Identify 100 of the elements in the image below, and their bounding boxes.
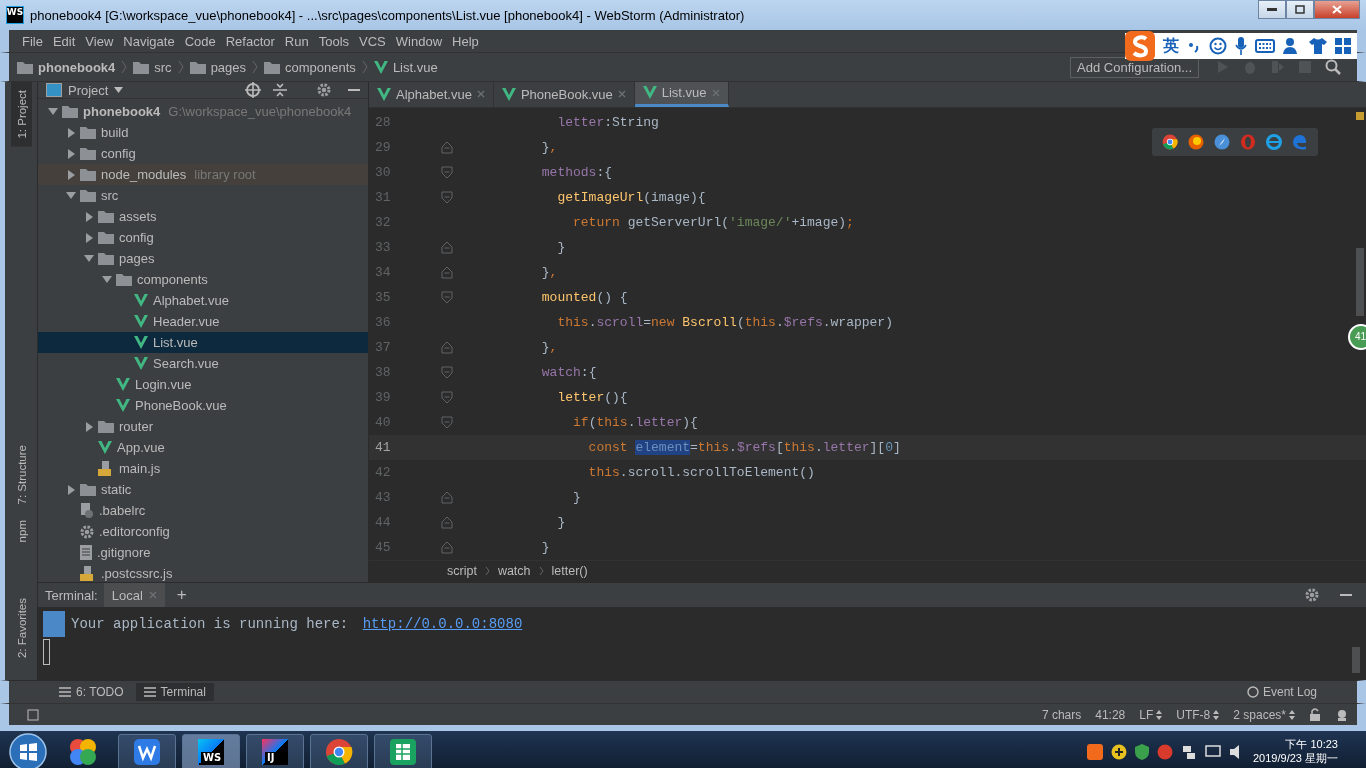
- minimize-panel-icon[interactable]: [1340, 593, 1352, 597]
- menu-item[interactable]: Refactor: [220, 33, 280, 49]
- locate-icon[interactable]: [245, 82, 261, 98]
- expanded-arrow-icon[interactable]: [48, 106, 58, 117]
- nav-crumb[interactable]: src: [133, 59, 172, 75]
- tool-window-tab[interactable]: npm: [11, 512, 32, 551]
- tree-item[interactable]: Header.vue: [38, 311, 368, 332]
- code-breadcrumb[interactable]: watch: [497, 564, 531, 579]
- menu-item[interactable]: VCS: [354, 33, 391, 49]
- minimize-button[interactable]: [1258, 0, 1286, 19]
- internet-explorer-icon[interactable]: [1266, 133, 1282, 150]
- tree-item[interactable]: .gitignore: [38, 542, 368, 563]
- tree-item[interactable]: router: [38, 416, 368, 437]
- url-link[interactable]: http://0.0.0.0:8080: [362, 616, 523, 632]
- maximize-button[interactable]: [1286, 0, 1314, 19]
- dropdown-caret-icon[interactable]: [114, 87, 124, 93]
- taskbar-item[interactable]: [310, 734, 368, 768]
- webstorm-app-icon[interactable]: WS: [198, 739, 224, 765]
- collapse-all-icon[interactable]: [273, 82, 287, 98]
- fold-marker-icon[interactable]: [441, 190, 453, 204]
- collapsed-arrow-icon[interactable]: [84, 211, 94, 222]
- monitor-icon[interactable]: [1205, 744, 1221, 760]
- menu-item[interactable]: Window: [390, 33, 448, 49]
- nav-crumb[interactable]: components: [264, 59, 356, 75]
- menu-item[interactable]: Help: [447, 33, 484, 49]
- lock-icon[interactable]: [1309, 708, 1321, 721]
- collapsed-arrow-icon[interactable]: [84, 421, 94, 432]
- chrome-icon[interactable]: [1162, 133, 1178, 150]
- close-icon[interactable]: [617, 90, 626, 99]
- fold-marker-icon[interactable]: [441, 265, 453, 279]
- fold-marker-icon[interactable]: [441, 340, 453, 354]
- tree-item[interactable]: .editorconfig: [38, 521, 368, 542]
- menu-item[interactable]: View: [80, 33, 119, 49]
- fold-marker-icon[interactable]: [441, 240, 453, 254]
- nav-crumb[interactable]: phonebook4: [17, 59, 116, 75]
- w-app-icon[interactable]: [134, 739, 160, 765]
- tool-tab[interactable]: 6: TODO: [51, 683, 132, 701]
- grid-icon[interactable]: [1335, 38, 1351, 54]
- panel-toggle-icon[interactable]: [27, 708, 39, 721]
- intellij-app-icon[interactable]: IJ: [262, 739, 288, 765]
- tree-item[interactable]: static: [38, 479, 368, 500]
- shirt-icon[interactable]: [1309, 38, 1327, 54]
- keyboard-icon[interactable]: [1255, 39, 1275, 53]
- expanded-arrow-icon[interactable]: [66, 190, 76, 201]
- taskbar-item[interactable]: [118, 734, 176, 768]
- pinwheel-icon[interactable]: [68, 737, 98, 767]
- firefox-icon[interactable]: [1188, 133, 1204, 150]
- nav-crumb[interactable]: List.vue: [373, 59, 438, 75]
- tree-item[interactable]: pages: [38, 248, 368, 269]
- status-item[interactable]: LF: [1139, 707, 1163, 722]
- fold-marker-icon[interactable]: [441, 290, 453, 304]
- code-breadcrumb[interactable]: script: [447, 564, 477, 579]
- tool-window-tab[interactable]: 7: Structure: [11, 436, 32, 513]
- expanded-arrow-icon[interactable]: [102, 274, 112, 285]
- collapsed-arrow-icon[interactable]: [66, 169, 76, 180]
- tree-item[interactable]: main.js: [38, 458, 368, 479]
- fold-marker-icon[interactable]: [441, 415, 453, 429]
- editor-tab[interactable]: List.vue: [634, 82, 729, 107]
- tree-item[interactable]: config: [38, 143, 368, 164]
- tool-tab[interactable]: Terminal: [135, 683, 214, 701]
- tree-item[interactable]: phonebook4 G:\workspace_vue\phonebook4: [38, 101, 368, 122]
- expanded-arrow-icon[interactable]: [84, 253, 94, 264]
- tool-window-tab[interactable]: 1: Project: [11, 82, 32, 147]
- minimize-panel-icon[interactable]: [348, 88, 360, 92]
- search-icon[interactable]: [1325, 59, 1341, 75]
- collapsed-arrow-icon[interactable]: [66, 484, 76, 495]
- tree-item[interactable]: config: [38, 227, 368, 248]
- menu-item[interactable]: Navigate: [118, 33, 180, 49]
- warning-marker[interactable]: [1356, 111, 1364, 120]
- status-item[interactable]: 2 spaces*: [1233, 707, 1295, 722]
- fold-marker-icon[interactable]: [441, 165, 453, 179]
- inspector-icon[interactable]: [1335, 707, 1349, 722]
- tree-item[interactable]: assets: [38, 206, 368, 227]
- tree-item[interactable]: Search.vue: [38, 353, 368, 374]
- nav-crumb[interactable]: pages: [189, 59, 247, 75]
- fold-marker-icon[interactable]: [441, 540, 453, 554]
- taskbar-item[interactable]: WS: [182, 734, 240, 768]
- editor-tab[interactable]: Alphabet.vue: [369, 82, 494, 107]
- tool-window-tab[interactable]: 2: Favorites: [11, 589, 32, 666]
- plus-icon[interactable]: [1111, 744, 1127, 760]
- menu-item[interactable]: File: [17, 33, 48, 49]
- tree-item[interactable]: Alphabet.vue: [38, 290, 368, 311]
- tree-item[interactable]: .babelrc: [38, 500, 368, 521]
- opera-icon[interactable]: [1240, 133, 1256, 150]
- fold-marker-icon[interactable]: [441, 140, 453, 154]
- close-icon[interactable]: [476, 90, 485, 99]
- safari-icon[interactable]: [1214, 133, 1230, 150]
- collapsed-arrow-icon[interactable]: [66, 148, 76, 159]
- fold-marker-icon[interactable]: [441, 390, 453, 404]
- start-button[interactable]: [8, 732, 48, 768]
- tree-item[interactable]: src: [38, 185, 368, 206]
- circle-tray-icon[interactable]: [1157, 744, 1173, 760]
- taskbar-item[interactable]: IJ: [246, 734, 304, 768]
- microphone-icon[interactable]: [1235, 37, 1247, 55]
- clock[interactable]: 下午 10:23 2019/9/23 星期一: [1253, 738, 1358, 766]
- tree-item[interactable]: components: [38, 269, 368, 290]
- ime-mode-label[interactable]: 英: [1163, 35, 1179, 57]
- tree-item[interactable]: PhoneBook.vue: [38, 395, 368, 416]
- menu-item[interactable]: Tools: [313, 33, 355, 49]
- event-log-button[interactable]: Event Log: [1246, 685, 1317, 699]
